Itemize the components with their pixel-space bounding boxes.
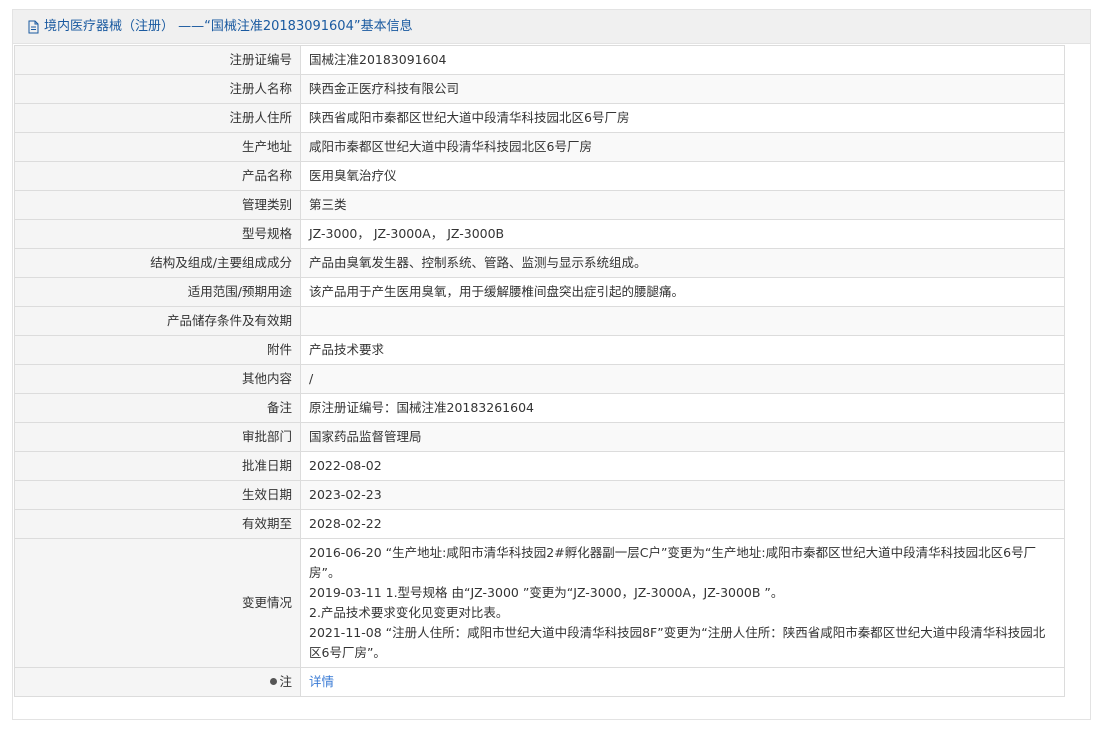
row-label: 批准日期 [14,451,301,481]
row-value: 产品技术要求 [300,335,1065,365]
row-value: 2022-08-02 [300,451,1065,481]
row-label: 附件 [14,335,301,365]
row-label: 注册人名称 [14,74,301,104]
table-row: 生效日期 2023-02-23 [14,480,1065,510]
row-label: 备注 [14,393,301,423]
row-label: 注 [14,667,301,697]
document-icon [27,20,41,34]
table-row: 注册人住所 陕西省咸阳市秦都区世纪大道中段清华科技园北区6号厂房 [14,103,1065,133]
row-label: 注册人住所 [14,103,301,133]
table-row-changes: 变更情况 2016-06-20 “生产地址:咸阳市清华科技园2#孵化器副一层C户”… [14,538,1065,668]
table-row: 生产地址 咸阳市秦都区世纪大道中段清华科技园北区6号厂房 [14,132,1065,162]
row-label: 产品储存条件及有效期 [14,306,301,336]
row-value: 医用臭氧治疗仪 [300,161,1065,191]
row-label: 变更情况 [14,538,301,668]
table-row: 备注 原注册证编号：国械注准20183261604 [14,393,1065,423]
row-label: 管理类别 [14,190,301,220]
row-label: 生产地址 [14,132,301,162]
table-row: 批准日期 2022-08-02 [14,451,1065,481]
device-info-table: 注册证编号 国械注准20183091604 注册人名称 陕西金正医疗科技有限公司 注册人… [14,45,1065,697]
row-value: 国械注准20183091604 [300,45,1065,75]
table-row: 审批部门 国家药品监督管理局 [14,422,1065,452]
table-row: 管理类别 第三类 [14,190,1065,220]
table-row: 产品名称 医用臭氧治疗仪 [14,161,1065,191]
row-label: 生效日期 [14,480,301,510]
page-title: 境内医疗器械（注册） ——“国械注准20183091604”基本信息 [44,19,413,34]
table-row: 附件 产品技术要求 [14,335,1065,365]
change-entry: 2021-11-08 “注册人住所：咸阳市世纪大道中段清华科技园8F”变更为“注… [309,625,1046,660]
table-row: 注册人名称 陕西金正医疗科技有限公司 [14,74,1065,104]
panel-header: 境内医疗器械（注册） ——“国械注准20183091604”基本信息 [13,10,1090,44]
change-history: 2016-06-20 “生产地址:咸阳市清华科技园2#孵化器副一层C户”变更为“… [300,538,1065,668]
table-row: 注册证编号 国械注准20183091604 [14,45,1065,75]
row-value: 咸阳市秦都区世纪大道中段清华科技园北区6号厂房 [300,132,1065,162]
table-row: 其他内容 / [14,364,1065,394]
row-value: JZ-3000， JZ-3000A， JZ-3000B [300,219,1065,249]
row-label: 有效期至 [14,509,301,539]
table-row-note: 注 详情 [14,667,1065,697]
row-value [300,306,1065,336]
row-value: 陕西金正医疗科技有限公司 [300,74,1065,104]
row-value: 国家药品监督管理局 [300,422,1065,452]
change-entry: 2019-03-11 1.型号规格 由“JZ-3000 ”变更为“JZ-3000… [309,585,784,600]
row-label: 适用范围/预期用途 [14,277,301,307]
row-value: 陕西省咸阳市秦都区世纪大道中段清华科技园北区6号厂房 [300,103,1065,133]
table-row: 产品储存条件及有效期 [14,306,1065,336]
row-value: 该产品用于产生医用臭氧，用于缓解腰椎间盘突出症引起的腰腿痛。 [300,277,1065,307]
row-value: 第三类 [300,190,1065,220]
row-label: 结构及组成/主要组成成分 [14,248,301,278]
location-pin-icon [270,678,278,685]
details-link[interactable]: 详情 [309,674,334,689]
row-value: 原注册证编号：国械注准20183261604 [300,393,1065,423]
change-entry: 2016-06-20 “生产地址:咸阳市清华科技园2#孵化器副一层C户”变更为“… [309,545,1037,580]
row-value: / [300,364,1065,394]
row-value: 产品由臭氧发生器、控制系统、管路、监测与显示系统组成。 [300,248,1065,278]
row-label: 其他内容 [14,364,301,394]
table-row: 结构及组成/主要组成成分 产品由臭氧发生器、控制系统、管路、监测与显示系统组成。 [14,248,1065,278]
table-row: 适用范围/预期用途 该产品用于产生医用臭氧，用于缓解腰椎间盘突出症引起的腰腿痛。 [14,277,1065,307]
row-label: 审批部门 [14,422,301,452]
row-value: 2028-02-22 [300,509,1065,539]
row-label: 产品名称 [14,161,301,191]
table-row: 型号规格 JZ-3000， JZ-3000A， JZ-3000B [14,219,1065,249]
note-label: 注 [279,674,292,689]
change-entry: 2.产品技术要求变化见变更对比表。 [309,605,509,620]
row-value: 详情 [300,667,1065,697]
row-label: 型号规格 [14,219,301,249]
table-row: 有效期至 2028-02-22 [14,509,1065,539]
row-value: 2023-02-23 [300,480,1065,510]
row-label: 注册证编号 [14,45,301,75]
